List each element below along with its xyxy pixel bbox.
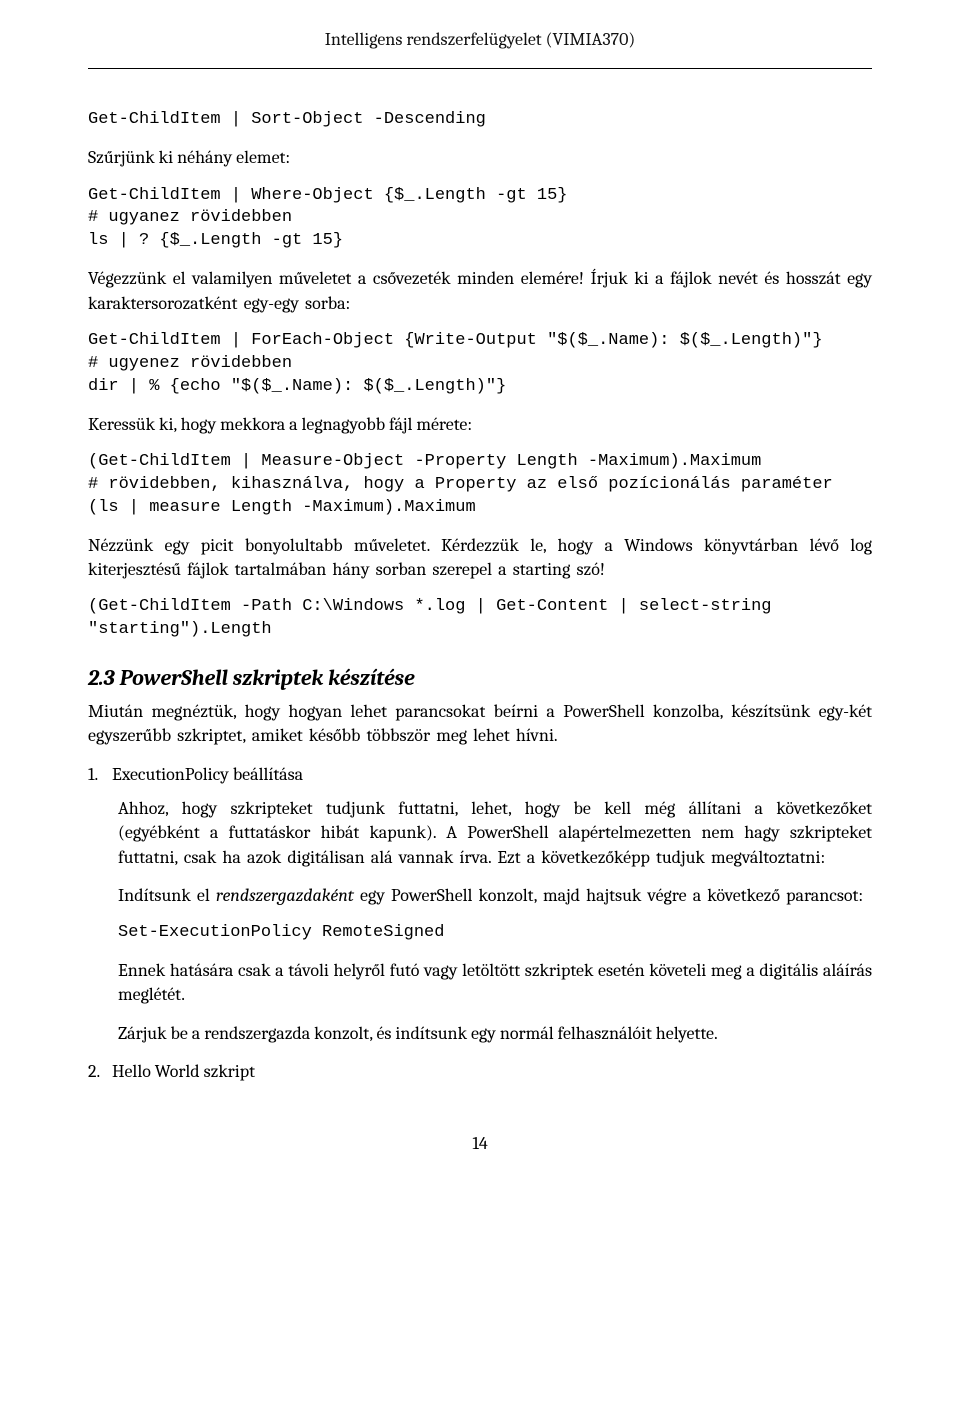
list-item-2: 2. Hello World szkript <box>88 1060 872 1084</box>
section-title: PowerShell szkriptek készítése <box>120 665 415 691</box>
code-block-2: Get-ChildItem | Where-Object {$_.Length … <box>88 185 872 254</box>
list-number-2: 2. <box>88 1060 108 1084</box>
paragraph-4: Nézzünk egy picit bonyolultabb műveletet… <box>88 534 872 583</box>
code-block-3: Get-ChildItem | ForEach-Object {Write-Ou… <box>88 330 872 399</box>
list-number-1: 1. <box>88 763 108 787</box>
list-item-1-body: Ahhoz, hogy szkripteket tudjunk futtatni… <box>118 797 872 1046</box>
code-block-5: (Get-ChildItem -Path C:\Windows *.log | … <box>88 596 872 642</box>
paragraph-3: Keressük ki, hogy mekkora a legnagyobb f… <box>88 413 872 437</box>
section-heading: 2.3 PowerShell szkriptek készítése <box>88 664 872 694</box>
page-header: Intelligens rendszerfelügyelet (VIMIA370… <box>88 28 872 62</box>
item1-p2b: egy PowerShell konzolt, majd hajtsuk vég… <box>354 885 863 906</box>
paragraph-5: Miután megnéztük, hogy hogyan lehet para… <box>88 700 872 749</box>
page-number: 14 <box>88 1132 872 1156</box>
item1-p2: Indítsunk el rendszergazdaként egy Power… <box>118 884 872 908</box>
item1-p1: Ahhoz, hogy szkripteket tudjunk futtatni… <box>118 797 872 870</box>
paragraph-1: Szűrjünk ki néhány elemet: <box>88 146 872 170</box>
code-block-4: (Get-ChildItem | Measure-Object -Propert… <box>88 451 872 520</box>
item1-p3: Ennek hatására csak a távoli helyről fut… <box>118 959 872 1008</box>
list-item-1: 1. ExecutionPolicy beállítása <box>88 763 872 787</box>
paragraph-2: Végezzünk el valamilyen műveletet a csőv… <box>88 267 872 316</box>
item1-p4: Zárjuk be a rendszergazda konzolt, és in… <box>118 1022 872 1046</box>
code-block-1: Get-ChildItem | Sort-Object -Descending <box>88 109 872 132</box>
item1-p2-em: rendszergazdaként <box>216 885 354 906</box>
header-rule <box>88 68 872 69</box>
item1-p2a: Indítsunk el <box>118 885 216 906</box>
section-number: 2.3 <box>88 665 115 691</box>
list-title-2: Hello World szkript <box>112 1061 255 1082</box>
header-title: Intelligens rendszerfelügyelet (VIMIA370… <box>325 29 636 50</box>
list-title-1: ExecutionPolicy beállítása <box>112 764 303 785</box>
item1-code: Set-ExecutionPolicy RemoteSigned <box>118 922 872 945</box>
